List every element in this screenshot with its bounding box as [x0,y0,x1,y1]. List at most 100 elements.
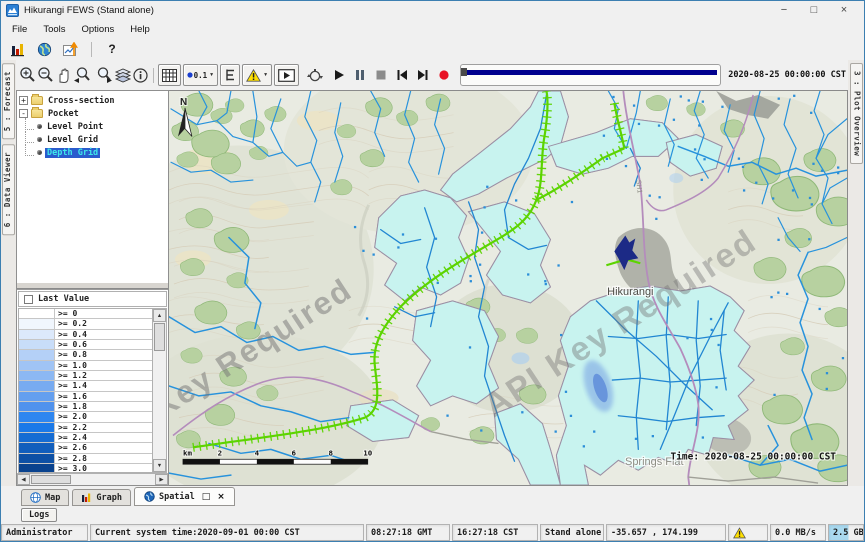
legend-row[interactable]: >= 1.8 [19,402,152,412]
expand-icon[interactable]: + [19,96,28,105]
legend-row[interactable]: >= 1.0 [19,361,152,371]
tree-item-cross-section[interactable]: + Cross-section [19,94,166,107]
play-button[interactable] [332,68,346,82]
node-bullet-icon [37,137,42,142]
chevron-down-icon: ▼ [263,72,268,78]
legend-row[interactable]: >= 1.4 [19,381,152,391]
tab-maximize-icon[interactable]: □ [202,492,211,502]
folder-icon [31,96,43,105]
tab-spatial[interactable]: Spatial □ × [134,487,235,506]
panel-splitter[interactable] [17,282,168,289]
legend-row[interactable]: >= 3.0 [19,464,152,472]
timeline-range-bar[interactable] [464,70,717,75]
legend-row[interactable]: >= 0.2 [19,319,152,329]
legend-row[interactable]: >= 1.6 [19,392,152,402]
zoom-previous-icon[interactable] [73,63,93,87]
legend-row[interactable]: >= 0.4 [19,330,152,340]
node-bullet-icon [37,150,42,155]
tab-graph[interactable]: Graph [72,489,131,506]
menu-bar: File Tools Options Help [1,20,864,38]
tree-item-depth-grid[interactable]: Depth Grid [19,146,166,159]
legend-row[interactable]: >= 0.6 [19,340,152,350]
toolbar-separator [91,42,92,57]
animation-window-button[interactable] [274,64,299,86]
animation-loop-icon[interactable] [306,63,324,87]
data-display-icon[interactable] [7,40,27,58]
tab-forecast[interactable]: 5 : Forecast [2,63,15,139]
legend-row[interactable]: >= 0.8 [19,350,152,360]
logs-button[interactable]: Logs [21,508,57,522]
legend-row[interactable]: >= 1.2 [19,371,152,381]
help-icon[interactable]: ? [102,40,122,58]
zoom-in-icon[interactable] [19,63,37,87]
bottom-tab-bar: Map Graph Spatial □ × [1,486,864,506]
menu-options[interactable]: Options [74,22,123,37]
last-value-checkbox[interactable] [24,295,33,304]
legend-swatch [19,319,55,328]
filter-tree: + Cross-section - Pocket Level P [17,91,168,282]
tree-item-level-grid[interactable]: Level Grid [19,133,166,146]
collapse-icon[interactable]: - [19,109,28,118]
tab-data-viewer[interactable]: 6 : Data Viewer [2,144,15,235]
map-display-icon[interactable] [34,40,54,58]
menu-file[interactable]: File [4,22,35,37]
maximize-button[interactable]: □ [799,2,829,19]
info-icon[interactable] [132,63,150,87]
skip-start-button[interactable] [395,68,409,82]
legend-label: >= 3.0 [55,464,152,472]
close-button[interactable]: × [829,2,859,19]
node-bullet-icon [37,124,42,129]
right-tab-strip: 3 : Plot Overview [848,60,864,486]
legend-row[interactable]: >= 2.6 [19,443,152,453]
svg-text:4: 4 [255,448,260,457]
legend-swatch [19,350,55,359]
map-svg: API Key Required API Key Required Hikura… [169,91,847,485]
minimize-button[interactable]: − [769,2,799,19]
legend-vertical-scrollbar[interactable]: ▲ ▼ [152,309,166,472]
legend-swatch [19,340,55,349]
tree-item-pocket[interactable]: - Pocket [19,107,166,120]
scroll-left-icon[interactable]: ◀ [17,474,30,485]
timeline-slider[interactable] [460,64,721,86]
legend-swatch [19,423,55,432]
scroll-up-icon[interactable]: ▲ [153,309,166,322]
pan-hand-icon[interactable] [55,63,73,87]
tab-map[interactable]: Map [21,489,69,506]
menu-tools[interactable]: Tools [35,22,73,37]
legend-label: >= 1.4 [55,381,152,390]
tree-item-level-point[interactable]: Level Point [19,120,166,133]
tab-close-icon[interactable]: × [217,492,225,502]
warning-dropdown-button[interactable]: ▼ [242,64,272,86]
menu-help[interactable]: Help [122,22,158,37]
contour-dropdown-button[interactable]: 0.1 ▼ [183,64,219,86]
zoom-out-icon[interactable] [37,63,55,87]
legend-row[interactable]: >= 0 [19,309,152,319]
record-button[interactable] [437,68,451,82]
legend-row[interactable]: >= 2.0 [19,412,152,422]
map-view[interactable]: API Key Required API Key Required Hikura… [169,90,848,486]
pause-button[interactable] [353,68,367,82]
zoom-next-icon[interactable] [93,63,113,87]
scroll-down-icon[interactable]: ▼ [153,459,166,472]
legend-horizontal-scrollbar[interactable]: ◀ ▶ [17,473,168,485]
map-time-label: Time: 2020-08-25 00:00:00 CST [671,451,837,462]
status-mode: Stand alone [540,524,604,541]
legend-row[interactable]: >= 2.4 [19,433,152,443]
status-warning[interactable] [728,524,768,541]
tab-plot-overview[interactable]: 3 : Plot Overview [850,63,863,164]
scroll-right-icon[interactable]: ▶ [155,474,168,485]
legend-swatch [19,454,55,463]
profile-button[interactable] [220,64,240,86]
layers-icon[interactable] [114,63,132,87]
skip-end-button[interactable] [416,68,430,82]
svg-text:2: 2 [218,448,223,457]
title-bar[interactable]: Hikurangi FEWS (Stand alone) − □ × [1,1,864,20]
scrollbar-thumb[interactable] [31,475,71,484]
scrollbar-thumb[interactable] [154,323,165,351]
grid-button[interactable] [158,64,181,86]
legend-row[interactable]: >= 2.2 [19,423,152,433]
time-series-icon[interactable] [61,40,81,58]
stop-button[interactable] [374,68,388,82]
legend-row[interactable]: >= 2.8 [19,454,152,464]
legend-header: Last Value [18,291,167,307]
